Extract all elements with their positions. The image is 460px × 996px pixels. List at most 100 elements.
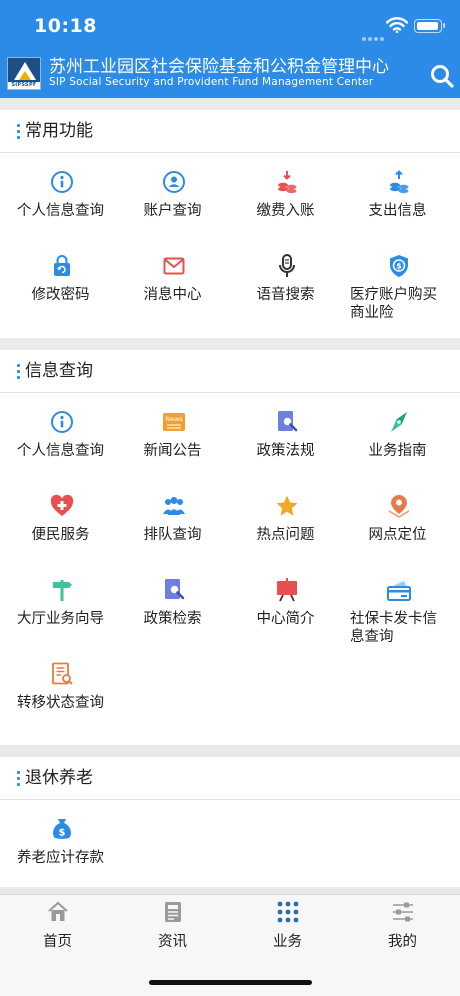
section-retire: 退休养老 $ 养老应计存款 [0, 757, 460, 887]
info-icon [51, 411, 73, 433]
section-header: 退休养老 [0, 757, 460, 800]
wifi-icon [386, 17, 408, 33]
item-label: 网点定位 [368, 527, 427, 543]
item-medical-insurance[interactable]: $ 医疗账户购买商业险 [340, 240, 455, 321]
item-label: 语音搜索 [256, 287, 315, 303]
item-label: 消息中心 [143, 287, 202, 303]
item-label: 医疗账户购买商业险 [350, 287, 437, 321]
item-label: 排队查询 [143, 527, 202, 543]
item-payment-deposit[interactable]: 缴费入账 [228, 156, 343, 236]
shield-dollar-icon: $ [390, 255, 408, 277]
header-title-en: SIP Social Security and Provident Fund M… [49, 76, 374, 88]
item-label: 账户查询 [143, 203, 202, 219]
item-label: 热点问题 [256, 527, 315, 543]
cellular-signal-icon [362, 26, 386, 45]
item-personal-info[interactable]: 个人信息查询 [3, 156, 118, 236]
item-branch-location[interactable]: 网点定位 [340, 480, 455, 560]
money-bag-icon: $ [53, 819, 71, 839]
tab-home[interactable]: 首页 [0, 901, 115, 957]
section-marker [17, 124, 20, 139]
tab-business[interactable]: 业务 [230, 901, 345, 957]
item-account-query[interactable]: 账户查询 [115, 156, 230, 236]
signpost-icon [53, 580, 72, 601]
item-label: 新闻公告 [143, 443, 202, 459]
item-personal-info[interactable]: 个人信息查询 [3, 396, 118, 476]
item-label: 养老应计存款 [17, 850, 104, 866]
item-label: 缴费入账 [256, 203, 315, 219]
item-social-card-query[interactable]: 社保卡发卡信息查询 [340, 564, 455, 645]
tab-label: 资讯 [158, 934, 187, 950]
compass-icon [391, 412, 407, 432]
item-label: 修改密码 [31, 287, 90, 303]
item-label: 业务指南 [368, 443, 427, 459]
tab-label: 我的 [388, 934, 417, 950]
section-header: 信息查询 [0, 350, 460, 393]
section-title: 常用功能 [25, 121, 93, 141]
item-label: 中心简介 [256, 611, 315, 627]
grid-dots-icon [277, 901, 299, 923]
item-policy-regulations[interactable]: 政策法规 [228, 396, 343, 476]
item-hot-questions[interactable]: 热点问题 [228, 480, 343, 560]
item-label: 大厅业务向导 [17, 611, 104, 627]
item-convenience-service[interactable]: 便民服务 [3, 480, 118, 560]
news-list-icon [165, 902, 181, 922]
status-time: 10:18 [34, 15, 97, 37]
item-label: 转移状态查询 [17, 695, 104, 711]
heart-plus-icon [50, 494, 74, 516]
people-queue-icon [163, 497, 185, 515]
item-label: 政策法规 [256, 443, 315, 459]
item-label: 个人信息查询 [17, 443, 104, 459]
microphone-icon [279, 254, 295, 277]
item-label: 政策检索 [143, 611, 202, 627]
home-icon [48, 901, 68, 921]
item-label: 个人信息查询 [17, 203, 104, 219]
card-icon [387, 581, 411, 601]
tab-news[interactable]: 资讯 [115, 901, 230, 957]
svg-text:$: $ [59, 828, 66, 839]
coin-withdraw-icon [390, 170, 409, 194]
settings-sliders-icon [393, 902, 413, 922]
envelope-icon [163, 257, 185, 275]
item-news[interactable]: News 新闻公告 [115, 396, 230, 476]
document-search-icon [278, 411, 298, 432]
tab-label: 首页 [43, 934, 72, 950]
item-pension-deposit[interactable]: $ 养老应计存款 [3, 803, 118, 883]
app-header: 10:18 SIPSSPF 苏州工业园区社会保险基金和公积金管理中心 SIP S… [0, 0, 460, 98]
section-title: 退休养老 [25, 768, 93, 788]
info-icon [51, 171, 73, 193]
location-pin-icon [389, 495, 409, 518]
section-header: 常用功能 [0, 110, 460, 153]
item-queue-query[interactable]: 排队查询 [115, 480, 230, 560]
item-label: 便民服务 [31, 527, 90, 543]
item-message-center[interactable]: 消息中心 [115, 240, 230, 320]
section-marker [17, 771, 20, 786]
presentation-board-icon [277, 578, 297, 602]
account-user-icon [163, 171, 185, 193]
item-change-password[interactable]: 修改密码 [3, 240, 118, 320]
svg-text:News: News [165, 415, 183, 423]
tab-mine[interactable]: 我的 [345, 901, 460, 957]
star-icon [276, 495, 298, 516]
svg-text:$: $ [396, 262, 402, 271]
document-magnifier-icon [52, 662, 73, 685]
item-business-guide[interactable]: 业务指南 [340, 396, 455, 476]
item-transfer-status[interactable]: 转移状态查询 [3, 648, 118, 728]
item-hall-guide[interactable]: 大厅业务向导 [3, 564, 118, 644]
section-title: 信息查询 [25, 361, 93, 381]
section-common: 常用功能 个人信息查询 账户查询 缴费入账 支出信息 修改密码 消息中心 语音搜… [0, 110, 460, 338]
search-icon[interactable] [428, 62, 456, 90]
item-voice-search[interactable]: 语音搜索 [228, 240, 343, 320]
item-center-intro[interactable]: 中心简介 [228, 564, 343, 644]
status-bar: 10:18 [0, 0, 460, 54]
lock-refresh-icon [54, 255, 70, 276]
home-indicator[interactable] [149, 980, 312, 985]
item-expenditure-info[interactable]: 支出信息 [340, 156, 455, 236]
coin-deposit-icon [278, 171, 297, 194]
item-label: 支出信息 [368, 203, 427, 219]
tab-label: 业务 [273, 934, 302, 950]
item-label: 社保卡发卡信息查询 [350, 611, 437, 645]
section-marker [17, 364, 20, 379]
sipsspf-logo: SIPSSPF [7, 57, 41, 90]
item-policy-search[interactable]: 政策检索 [115, 564, 230, 644]
battery-icon [414, 19, 445, 33]
